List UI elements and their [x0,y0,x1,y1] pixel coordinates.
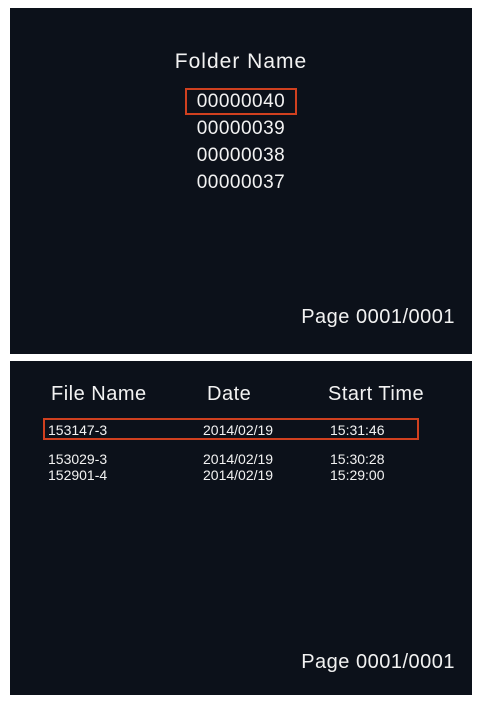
file-name-cell: 153147-3 [48,422,108,438]
column-header-date: Date [207,383,252,405]
table-row[interactable]: 152901-4 2014/02/19 15:29:00 [10,467,472,487]
start-time-cell: 15:30:28 [330,451,385,467]
folder-item[interactable]: 00000038 [185,142,298,169]
file-table-header: File Name Date Start Time [10,383,472,409]
page-indicator: Page 0001/0001 [301,651,455,673]
date-cell: 2014/02/19 [203,422,274,438]
folder-item[interactable]: 00000039 [185,115,298,142]
date-cell: 2014/02/19 [203,467,274,483]
file-list-screen: File Name Date Start Time 153147-3 2014/… [10,361,472,695]
date-cell: 2014/02/19 [203,451,274,467]
folder-list-screen: Folder Name 00000040 00000039 00000038 0… [10,8,472,354]
folder-name-heading: Folder Name [174,50,308,73]
folder-list: 00000040 00000039 00000038 00000037 [10,88,472,196]
column-header-start-time: Start Time [328,383,425,405]
page-indicator: Page 0001/0001 [301,306,455,328]
table-row[interactable]: 153147-3 2014/02/19 15:31:46 [10,422,472,442]
folder-item[interactable]: 00000040 [184,88,298,115]
file-name-cell: 152901-4 [48,467,108,483]
start-time-cell: 15:31:46 [330,422,385,438]
start-time-cell: 15:29:00 [330,467,385,483]
column-header-file-name: File Name [51,383,147,405]
folder-item[interactable]: 00000037 [185,169,298,196]
file-name-cell: 153029-3 [48,451,108,467]
